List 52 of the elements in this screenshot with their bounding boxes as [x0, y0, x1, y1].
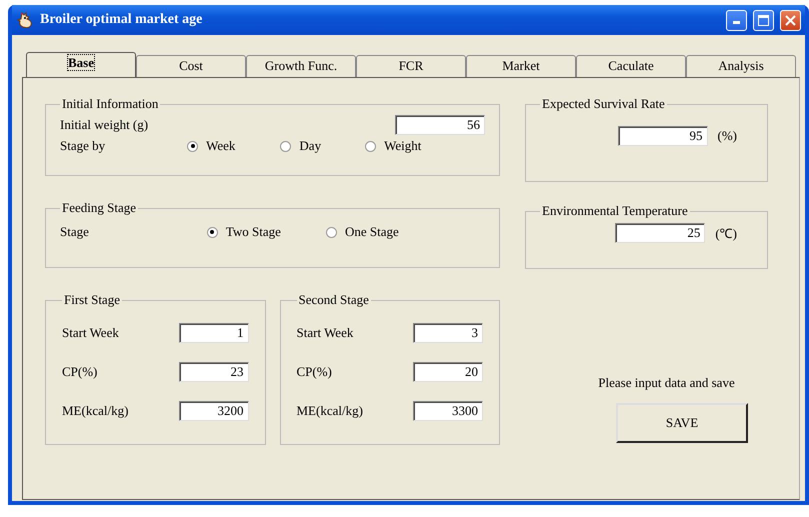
- unit-label: (%): [718, 128, 737, 144]
- text-label: Initial weight (g): [60, 117, 150, 133]
- input-field[interactable]: 23: [178, 362, 248, 382]
- minimize-button[interactable]: [726, 10, 747, 30]
- maximize-icon: [758, 14, 769, 26]
- radio-button[interactable]: Two Stage: [206, 224, 281, 240]
- tab[interactable]: FCR: [356, 55, 466, 77]
- radio-circle[interactable]: [187, 140, 198, 152]
- maximize-button[interactable]: [753, 10, 774, 30]
- group-title: First Stage: [63, 292, 121, 308]
- input-field[interactable]: 56: [395, 115, 485, 135]
- input-field[interactable]: 25: [615, 223, 706, 243]
- tab[interactable]: Cost: [136, 55, 246, 77]
- bird-icon: [16, 11, 34, 29]
- save-button[interactable]: SAVE: [616, 403, 748, 443]
- input-field[interactable]: 95: [618, 126, 708, 146]
- close-icon: [785, 14, 796, 26]
- text-label: CP(%): [296, 364, 333, 380]
- text-label: ME(kcal/kg): [296, 403, 364, 419]
- text-label: ME(kcal/kg): [62, 403, 130, 419]
- tab[interactable]: Growth Func.: [246, 55, 356, 77]
- radio-button[interactable]: Week: [187, 138, 236, 154]
- text-label: Start Week: [62, 325, 120, 341]
- text-label: CP(%): [62, 364, 98, 380]
- hint-text: Please input data and save: [597, 375, 736, 391]
- group-title: Feeding Stage: [61, 200, 138, 216]
- window-title: Broiler optimal market age: [40, 12, 204, 28]
- input-field[interactable]: 3: [413, 323, 483, 343]
- input-field[interactable]: 3200: [178, 401, 248, 421]
- tab[interactable]: Caculate: [576, 55, 686, 77]
- radio-circle[interactable]: [280, 140, 292, 152]
- text-label: Stage: [60, 224, 89, 240]
- tab[interactable]: Analysis: [686, 55, 796, 77]
- group-title: Second Stage: [298, 292, 370, 308]
- text-label: Start Week: [296, 325, 354, 341]
- group-title: Expected Survival Rate: [541, 96, 666, 112]
- radio-button[interactable]: One Stage: [326, 224, 399, 240]
- radio-circle[interactable]: [326, 226, 337, 238]
- input-field[interactable]: 3300: [413, 401, 483, 421]
- input-field[interactable]: 1: [178, 323, 248, 343]
- close-button[interactable]: [780, 10, 801, 30]
- radio-button[interactable]: Day: [280, 138, 322, 154]
- radio-button[interactable]: Weight: [365, 138, 422, 154]
- text-label: Stage by: [60, 138, 106, 154]
- input-field[interactable]: 20: [413, 362, 483, 382]
- tab[interactable]: Base: [26, 52, 136, 77]
- radio-circle[interactable]: [365, 140, 376, 152]
- tab[interactable]: Market: [466, 55, 576, 77]
- unit-label: (℃): [715, 225, 737, 242]
- radio-circle[interactable]: [206, 226, 218, 238]
- group-title: Initial Information: [61, 96, 160, 112]
- group-title: Environmental Temperature: [541, 203, 689, 219]
